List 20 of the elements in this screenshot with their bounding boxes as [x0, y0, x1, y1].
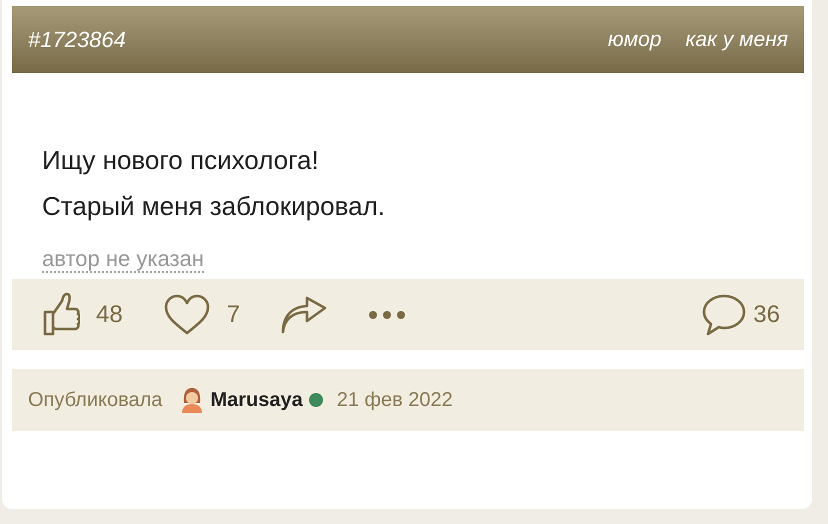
heart-icon: [162, 294, 211, 336]
speech-bubble-icon: [701, 292, 748, 336]
username-link[interactable]: Marusaya: [210, 388, 303, 412]
share-button[interactable]: [280, 296, 328, 334]
post-text-line: Ищу нового психолога!: [42, 144, 320, 177]
author-link[interactable]: автор не указан: [42, 247, 204, 273]
thumbs-up-icon: [42, 292, 80, 338]
share-arrow-icon: [280, 296, 328, 334]
post-number[interactable]: #1723864: [28, 26, 126, 52]
like-button[interactable]: 48: [42, 292, 123, 338]
more-icon: [368, 310, 406, 320]
post-text-line: Старый меня заблокировал.: [42, 190, 386, 223]
tag-link[interactable]: юмор: [608, 28, 662, 52]
more-button[interactable]: [368, 310, 406, 320]
avatar-icon: [180, 387, 204, 413]
published-label: Опубликовала: [28, 388, 162, 412]
comments-button[interactable]: 36: [701, 292, 780, 336]
heart-button[interactable]: 7: [162, 294, 240, 336]
post-date: 21 фев 2022: [336, 388, 453, 412]
tag-link[interactable]: как у меня: [685, 28, 788, 52]
